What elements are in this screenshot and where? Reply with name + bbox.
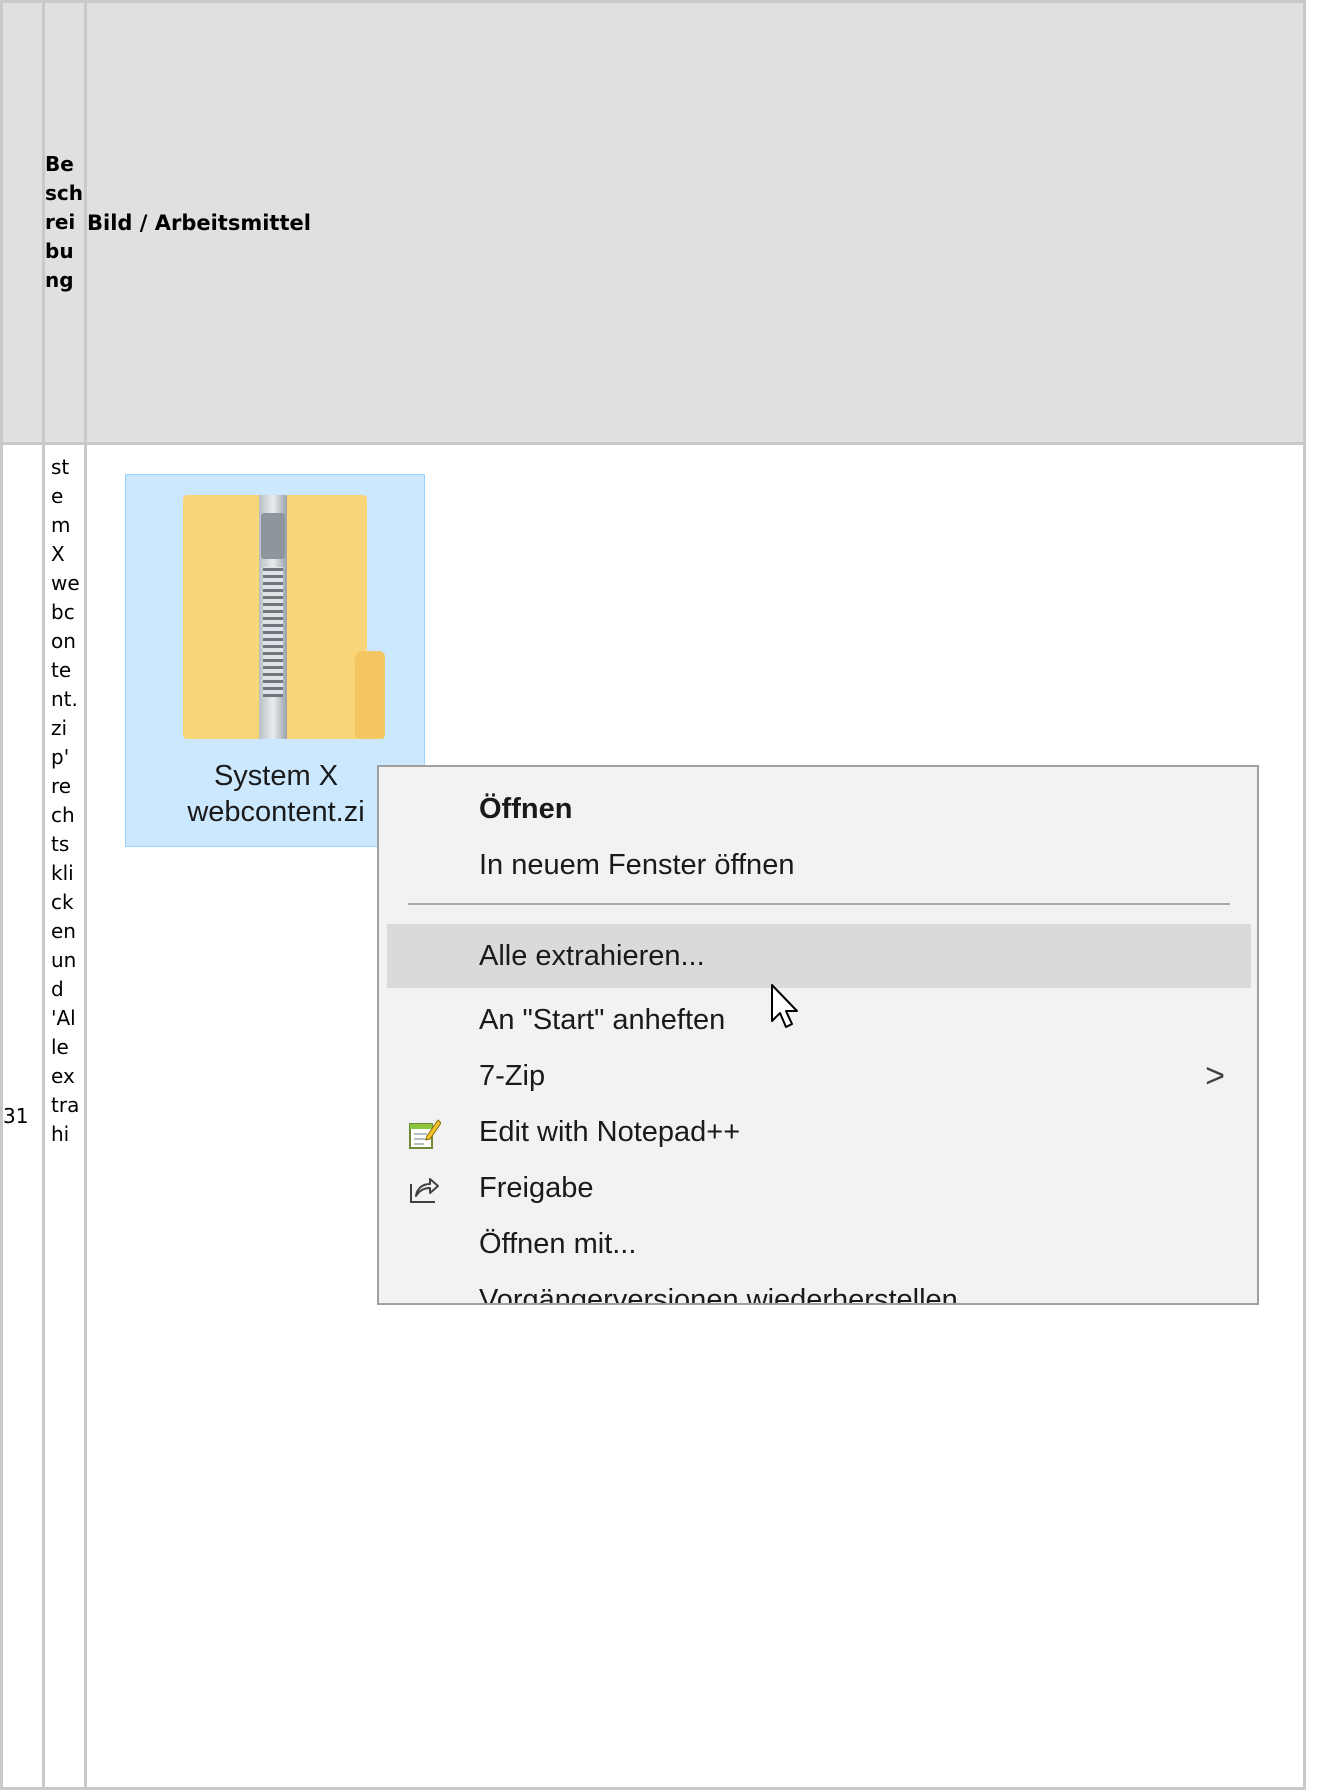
header-bild-arbeitsmittel: Bild / Arbeitsmittel	[84, 0, 1306, 445]
menu-item-restore-previous-versions[interactable]: Vorgängerversionen wiederherstellen	[387, 1272, 1251, 1305]
menu-item-share[interactable]: Freigabe	[387, 1160, 1251, 1216]
header-description: Beschreibung	[42, 0, 87, 445]
notepad-plus-plus-icon	[409, 1119, 441, 1149]
menu-item-label: 7-Zip	[479, 1060, 546, 1092]
menu-item-pin-to-start[interactable]: An "Start" anheften	[387, 992, 1251, 1048]
menu-item-extract-all[interactable]: Alle extrahieren...	[387, 924, 1251, 988]
document-table: Beschreibung Bild / Arbeitsmittel 31 ste…	[0, 0, 1306, 1790]
submenu-arrow-icon: >	[1205, 1057, 1225, 1095]
menu-item-label: In neuem Fenster öffnen	[479, 849, 795, 881]
screenshot-image: System X webcontent.zi Öffnen In neuem F…	[87, 445, 1303, 1785]
menu-item-edit-notepad[interactable]: Edit with Notepad++	[387, 1104, 1251, 1160]
zip-folder-icon	[183, 495, 385, 739]
menu-item-label: Alle extrahieren...	[479, 940, 705, 972]
menu-item-7zip[interactable]: 7-Zip >	[387, 1048, 1251, 1104]
menu-item-label: Öffnen mit...	[479, 1228, 637, 1260]
row-image-cell: System X webcontent.zi Öffnen In neuem F…	[84, 442, 1306, 1790]
menu-item-label: Vorgängerversionen wiederherstellen	[479, 1284, 958, 1305]
row-number: 31	[0, 442, 45, 1790]
menu-separator	[408, 903, 1230, 905]
header-number-cell	[0, 0, 45, 445]
mouse-pointer-icon	[771, 984, 798, 1028]
context-menu: Öffnen In neuem Fenster öffnen Alle extr…	[377, 765, 1259, 1305]
share-icon	[410, 1178, 439, 1203]
menu-item-label: An "Start" anheften	[479, 1004, 726, 1036]
menu-item-label: Öffnen	[479, 793, 573, 825]
menu-item-open-with[interactable]: Öffnen mit...	[387, 1216, 1251, 1272]
menu-item-label: Edit with Notepad++	[479, 1116, 741, 1148]
row-description: stemXwebcontent.zip' rechtsklicken und '…	[51, 455, 80, 1146]
menu-item-open-new-window[interactable]: In neuem Fenster öffnen	[387, 837, 1251, 893]
menu-item-open[interactable]: Öffnen	[387, 781, 1251, 837]
row-description-cell: stemXwebcontent.zip' rechtsklicken und '…	[42, 442, 87, 1790]
menu-item-label: Freigabe	[479, 1172, 594, 1204]
